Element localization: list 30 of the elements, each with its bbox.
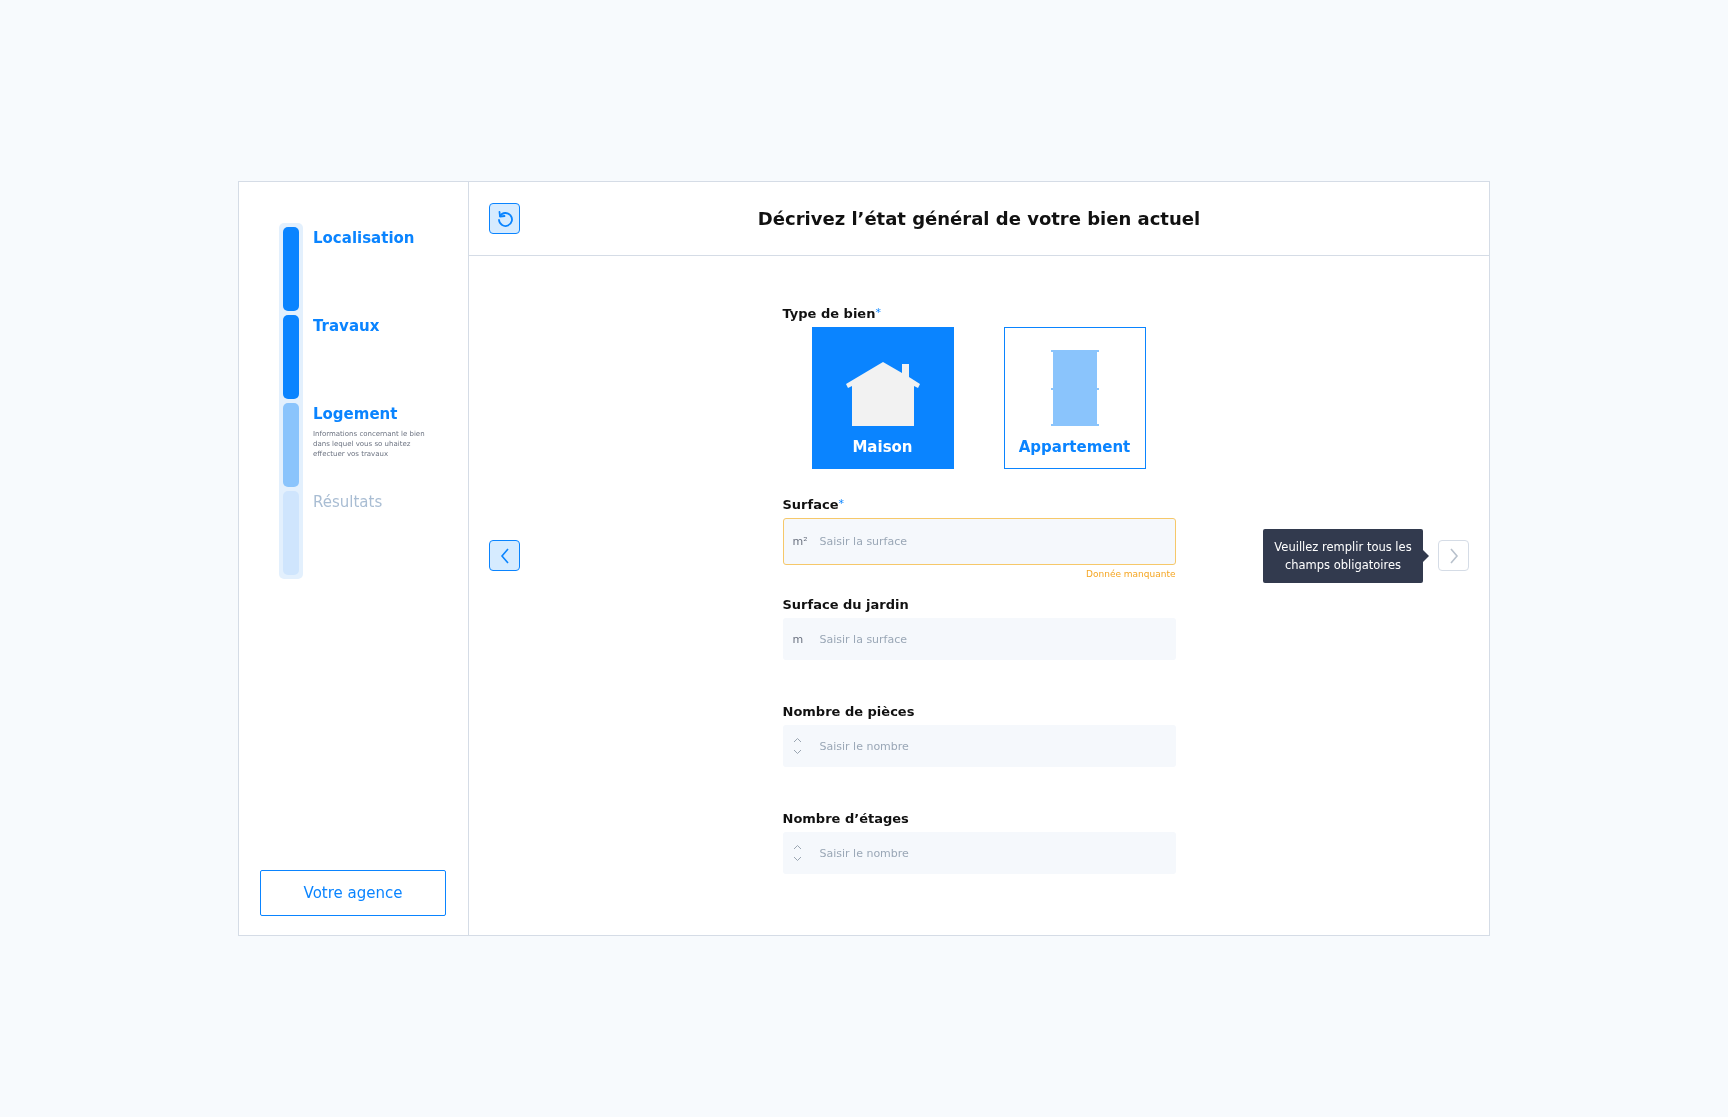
step-label[interactable]: Logement [313, 405, 433, 423]
input-field[interactable]: Saisir le nombre [782, 725, 1176, 767]
step-label[interactable]: Travaux [313, 317, 433, 335]
building-icon [1048, 348, 1101, 426]
reset-button[interactable] [489, 203, 520, 234]
page-title: Décrivez l’état général de votre bien actuel [756, 208, 1202, 229]
tooltip-pointer [1423, 549, 1429, 562]
undo-icon [495, 209, 514, 228]
step-label[interactable]: Localisation [313, 229, 433, 247]
required-mark: * [875, 306, 881, 321]
field-label: Type de bien [782, 306, 876, 321]
back-button[interactable] [489, 540, 520, 571]
unit-label: m [792, 632, 804, 646]
field-label: Surface du jardin [782, 597, 909, 612]
chevron-left-icon [499, 547, 510, 564]
stepper-icon[interactable] [792, 844, 802, 862]
input-field[interactable]: Saisir le nombre [782, 832, 1176, 874]
property-type-option[interactable]: Maison [811, 327, 954, 469]
field-label: Nombre de pièces [782, 704, 915, 719]
step-label[interactable]: Résultats [313, 493, 433, 511]
field-label: Nombre d’étages [782, 811, 909, 826]
unit-label: m² [792, 535, 808, 548]
error-message: Donnée manquante [1086, 569, 1176, 579]
stepper-icon[interactable] [792, 737, 802, 755]
agency-button[interactable]: Votre agence [260, 870, 446, 916]
field-label: Surface [782, 497, 839, 512]
required-mark: * [838, 497, 844, 512]
chevron-right-icon [1448, 547, 1459, 564]
tooltip: Veuillez remplir tous les champs obligatoires [1263, 528, 1423, 583]
property-type-option[interactable]: Appartement [1003, 327, 1146, 469]
